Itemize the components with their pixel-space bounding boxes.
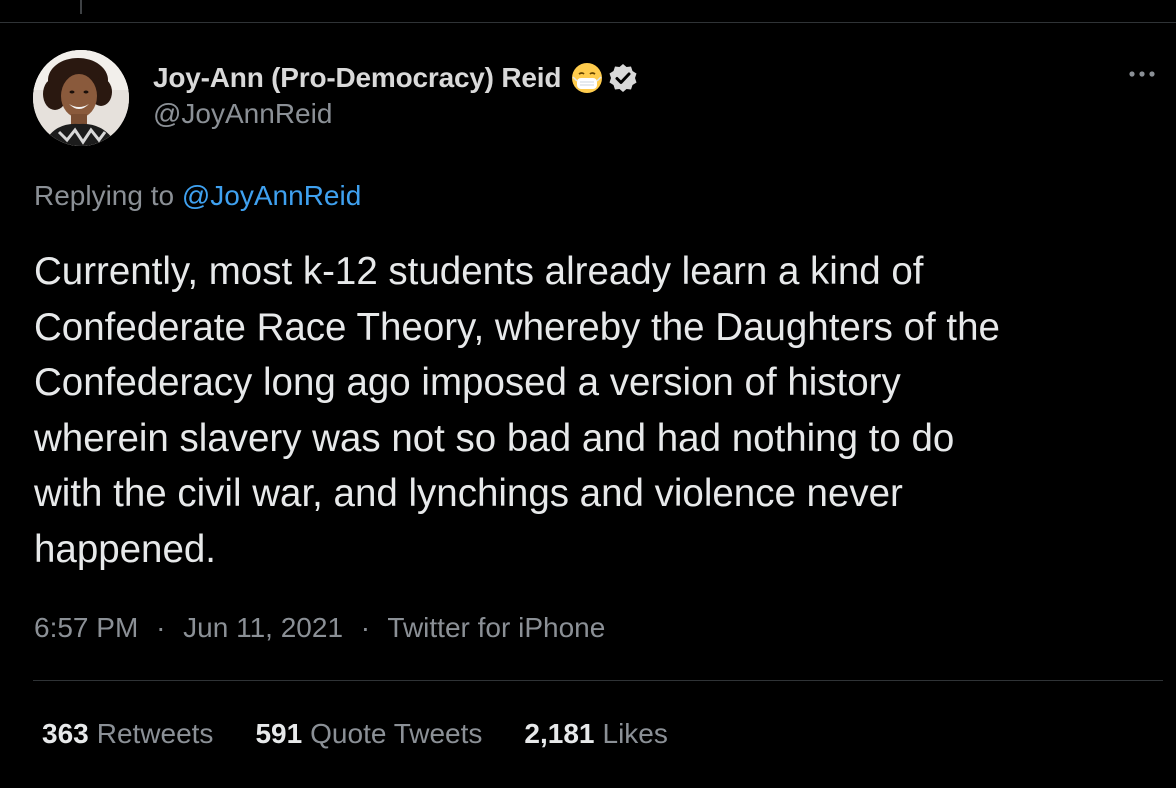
separator-dot: · bbox=[360, 612, 371, 643]
tweet-text: Currently, most k-12 students already le… bbox=[34, 244, 1164, 577]
tweet-text-line: wherein slavery was not so bad and had n… bbox=[34, 416, 955, 460]
retweets-count: 363 bbox=[42, 718, 89, 749]
tweet-text-line: with the civil war, and lynchings and vi… bbox=[34, 472, 903, 515]
face-with-medical-mask-icon bbox=[571, 62, 603, 94]
tweet-text-line: Confederacy long ago imposed a version o… bbox=[34, 361, 901, 404]
tweet-text-line: Confederate Race Theory, whereby the Dau… bbox=[34, 305, 1000, 349]
more-options-icon[interactable] bbox=[1127, 62, 1157, 86]
quote-tweets-label: Quote Tweets bbox=[310, 718, 483, 749]
top-border bbox=[0, 22, 1176, 23]
tweet-stats: 363 Retweets 591 Quote Tweets 2,181 Likes bbox=[42, 718, 710, 750]
replying-to-line: Replying to @JoyAnnReid bbox=[34, 180, 361, 212]
author-display-name[interactable]: Joy-Ann (Pro-Democracy) Reid bbox=[153, 62, 561, 94]
verified-badge-icon bbox=[607, 62, 639, 94]
tweet-source[interactable]: Twitter for iPhone bbox=[387, 612, 605, 643]
likes-count: 2,181 bbox=[524, 718, 595, 749]
divider bbox=[33, 680, 1163, 681]
thread-connector-line bbox=[80, 0, 82, 14]
replying-to-label: Replying to bbox=[34, 180, 175, 211]
retweets-label: Retweets bbox=[96, 718, 214, 749]
tweet-text-line: happened. bbox=[34, 527, 216, 571]
tweet-date[interactable]: Jun 11, 2021 bbox=[183, 612, 343, 643]
tweet-text-line: Currently, most k-12 students already le… bbox=[34, 250, 924, 293]
replying-to-link[interactable]: @JoyAnnReid bbox=[182, 180, 361, 211]
separator-dot: · bbox=[156, 612, 166, 643]
likes-label: Likes bbox=[602, 718, 668, 749]
quote-tweets-count: 591 bbox=[255, 718, 303, 749]
avatar-photo bbox=[33, 50, 129, 146]
retweets-stat[interactable]: 363 Retweets bbox=[42, 718, 213, 750]
likes-stat[interactable]: 2,181 Likes bbox=[524, 718, 667, 750]
quote-tweets-stat[interactable]: 591 Quote Tweets bbox=[255, 718, 482, 750]
tweet-time[interactable]: 6:57 PM bbox=[34, 612, 138, 643]
author-handle[interactable]: @JoyAnnReid bbox=[153, 98, 332, 130]
tweet-metadata: 6:57 PM · Jun 11, 2021 · Twitter for iPh… bbox=[34, 612, 605, 644]
avatar[interactable] bbox=[33, 50, 129, 146]
author-name-row: Joy-Ann (Pro-Democracy) Reid bbox=[153, 58, 639, 98]
